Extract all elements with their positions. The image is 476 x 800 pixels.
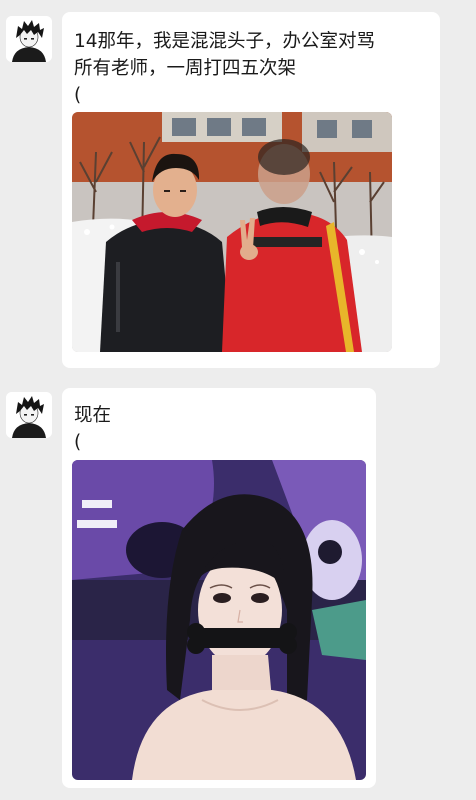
photo-selfie-with-gag[interactable] <box>72 460 366 780</box>
sender-avatar[interactable] <box>6 16 52 62</box>
message-line: 14那年，我是混混头子，办公室对骂 <box>74 31 376 52</box>
message-bubble[interactable]: 14那年，我是混混头子，办公室对骂 所有老师，一周打四五次架 ( <box>62 12 440 368</box>
message-line: 所有老师，一周打四五次架 <box>74 58 297 79</box>
message-text: 14那年，我是混混头子，办公室对骂 所有老师，一周打四五次架 ( <box>74 28 375 109</box>
message-text: 现在 ( <box>74 402 111 456</box>
sender-avatar[interactable] <box>6 392 52 438</box>
message-line: ( <box>74 85 82 106</box>
message-line: ( <box>74 432 82 453</box>
photo-two-boys-snow[interactable] <box>72 112 392 352</box>
photo-image <box>72 460 366 780</box>
chat-screen: { "messages": [ { "line1": "14那年，我是混混头子，… <box>0 0 476 800</box>
photo-image <box>72 112 392 352</box>
message-bubble[interactable]: 现在 ( <box>62 388 376 788</box>
anime-boy-avatar-icon <box>6 16 52 62</box>
anime-boy-avatar-icon <box>6 392 52 438</box>
message-line: 现在 <box>74 405 112 426</box>
